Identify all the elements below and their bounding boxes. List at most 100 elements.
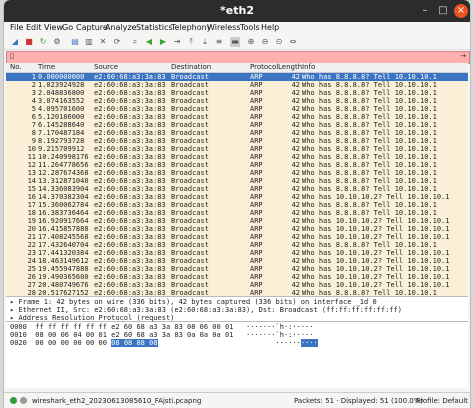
- packet-number: 11: [27, 153, 36, 161]
- packet-row[interactable]: 15 14.336083904 e2:60:68:a3:3a:83 Broadcast…: [6, 185, 468, 193]
- start-capture-icon[interactable]: ◢: [10, 37, 20, 47]
- maximize-icon[interactable]: □: [436, 4, 450, 18]
- packet-row[interactable]: 1 0.000000000 e2:60:68:a3:3a:83 Broadcast AR…: [6, 73, 468, 81]
- menu-tools[interactable]: Tools: [240, 23, 260, 32]
- packet-time: 16.383736464: [38, 209, 89, 217]
- go-forward-icon[interactable]: ▶: [158, 37, 168, 47]
- last-packet-icon[interactable]: ⤓: [200, 37, 210, 47]
- profile-label[interactable]: Profile: Default: [416, 397, 468, 405]
- packet-destination: Broadcast: [171, 169, 209, 177]
- menu-edit[interactable]: Edit: [26, 23, 42, 32]
- display-filter-input[interactable]: [19, 52, 449, 61]
- apply-filter-icon[interactable]: →: [460, 52, 466, 60]
- detail-ethernet[interactable]: ▸ Ethernet II, Src: e2:60:68:a3:3a:83 (e…: [10, 306, 402, 314]
- col-time[interactable]: Time: [38, 63, 55, 71]
- colorize-icon[interactable]: ▬: [230, 37, 240, 47]
- restart-capture-icon[interactable]: ↻: [38, 37, 48, 47]
- normal-size-icon[interactable]: ⊙: [274, 37, 284, 47]
- stop-capture-icon[interactable]: ■: [24, 37, 34, 47]
- packet-row[interactable]: 27 20.480749676 e2:60:68:a3:3a:83 Broadcast…: [6, 281, 468, 289]
- resize-columns-icon[interactable]: ⇔: [288, 37, 298, 47]
- col-protocol[interactable]: Protocol: [250, 63, 278, 71]
- packet-row[interactable]: 6 5.120186000 e2:60:68:a3:3a:83 Broadcast AR…: [6, 113, 468, 121]
- menu-file[interactable]: File: [10, 23, 23, 32]
- first-packet-icon[interactable]: ⤒: [186, 37, 196, 47]
- packet-time: 12.287674368: [38, 169, 89, 177]
- packet-protocol: ARP: [250, 137, 263, 145]
- packet-source: e2:60:68:a3:3a:83: [94, 137, 166, 145]
- hex-row[interactable]: 0010 08 00 06 04 00 01 e2 60 68 a3 3a 83…: [10, 331, 313, 339]
- packet-info: Who has 8.8.8.8? Tell 10.10.10.1: [302, 129, 437, 137]
- packet-row[interactable]: 10 9.215709912 e2:60:68:a3:3a:83 Broadcast A…: [6, 145, 468, 153]
- col-no[interactable]: No.: [10, 63, 22, 71]
- save-file-icon[interactable]: ▥: [84, 37, 94, 47]
- packet-row[interactable]: 12 11.264778656 e2:60:68:a3:3a:83 Broadcast…: [6, 161, 468, 169]
- col-info[interactable]: Info: [302, 63, 315, 71]
- expert-info-icon[interactable]: [20, 397, 27, 404]
- find-icon[interactable]: ⌕: [130, 37, 140, 47]
- zoom-in-icon[interactable]: ⊕: [246, 37, 256, 47]
- packet-destination: Broadcast: [171, 81, 209, 89]
- autoscroll-icon[interactable]: ≡: [214, 37, 224, 47]
- minimize-icon[interactable]: –: [418, 4, 432, 18]
- packet-row[interactable]: 5 4.095701600 e2:60:68:a3:3a:83 Broadcast AR…: [6, 105, 468, 113]
- packet-row[interactable]: 3 2.048836800 e2:60:68:a3:3a:83 Broadcast AR…: [6, 89, 468, 97]
- packet-row[interactable]: 17 15.360062784 e2:60:68:a3:3a:83 Broadcast…: [6, 201, 468, 209]
- col-source[interactable]: Source: [94, 63, 118, 71]
- packet-destination: Broadcast: [171, 97, 209, 105]
- capture-options-icon[interactable]: ⚙: [52, 37, 62, 47]
- zoom-out-icon[interactable]: ⊖: [260, 37, 270, 47]
- menu-statistics[interactable]: Statistics: [136, 23, 173, 32]
- menu-capture[interactable]: Capture: [76, 23, 108, 32]
- menu-help[interactable]: Help: [261, 23, 279, 32]
- capture-status-icon[interactable]: [10, 397, 17, 404]
- packet-protocol: ARP: [250, 185, 263, 193]
- packet-row[interactable]: 22 17.432640704 e2:60:68:a3:3a:83 Broadcast…: [6, 241, 468, 249]
- packet-destination: Broadcast: [171, 177, 209, 185]
- menu-wireless[interactable]: Wireless: [207, 23, 240, 32]
- packet-protocol: ARP: [250, 161, 263, 169]
- packet-protocol: ARP: [250, 233, 263, 241]
- packet-row[interactable]: 25 19.455947888 e2:60:68:a3:3a:83 Broadcast…: [6, 265, 468, 273]
- packet-row[interactable]: 16 14.370382304 e2:60:68:a3:3a:83 Broadcast…: [6, 193, 468, 201]
- go-to-packet-icon[interactable]: ⇥: [172, 37, 182, 47]
- packet-source: e2:60:68:a3:3a:83: [94, 209, 166, 217]
- packet-row[interactable]: 13 12.287674368 e2:60:68:a3:3a:83 Broadcast…: [6, 169, 468, 177]
- packet-row[interactable]: 19 16.920917664 e2:60:68:a3:3a:83 Broadcast…: [6, 217, 468, 225]
- packet-row[interactable]: 23 17.441320384 e2:60:68:a3:3a:83 Broadcast…: [6, 249, 468, 257]
- packet-row[interactable]: 9 8.192793728 e2:60:68:a3:3a:83 Broadcast AR…: [6, 137, 468, 145]
- hex-row[interactable]: 0000 ff ff ff ff ff ff e2 60 68 a3 3a 83…: [10, 323, 313, 331]
- reload-icon[interactable]: ⟳: [112, 37, 122, 47]
- packet-destination: Broadcast: [171, 265, 209, 273]
- go-back-icon[interactable]: ◀: [144, 37, 154, 47]
- close-file-icon[interactable]: ✕: [98, 37, 108, 47]
- packet-row[interactable]: 26 19.490365600 e2:60:68:a3:3a:83 Broadcast…: [6, 273, 468, 281]
- packet-source: e2:60:68:a3:3a:83: [94, 73, 166, 81]
- menu-analyze[interactable]: Analyze: [105, 23, 137, 32]
- packet-source: e2:60:68:a3:3a:83: [94, 289, 166, 297]
- menu-telephony[interactable]: Telephony: [171, 23, 211, 32]
- detail-arp[interactable]: ▸ Address Resolution Protocol (request): [10, 314, 174, 322]
- packet-row[interactable]: 11 10.240998176 e2:60:68:a3:3a:83 Broadcast…: [6, 153, 468, 161]
- col-destination[interactable]: Destination: [171, 63, 211, 71]
- packet-protocol: ARP: [250, 97, 263, 105]
- packet-row[interactable]: 14 13.312871040 e2:60:68:a3:3a:83 Broadcast…: [6, 177, 468, 185]
- packet-row[interactable]: 28 20.517627152 e2:60:68:a3:3a:83 Broadcast…: [6, 289, 468, 297]
- detail-frame[interactable]: ▸ Frame 1: 42 bytes on wire (336 bits), …: [10, 298, 377, 306]
- packet-row[interactable]: 21 17.408245568 e2:60:68:a3:3a:83 Broadcast…: [6, 233, 468, 241]
- packet-row[interactable]: 2 1.023924928 e2:60:68:a3:3a:83 Broadcast AR…: [6, 81, 468, 89]
- packet-row[interactable]: 24 18.463149612 e2:60:68:a3:3a:83 Broadcast…: [6, 257, 468, 265]
- menu-view[interactable]: View: [44, 23, 63, 32]
- menu-go[interactable]: Go: [62, 23, 73, 32]
- packet-info: Who has 10.10.10.2? Tell 10.10.10.1: [302, 273, 450, 281]
- col-length[interactable]: Length: [278, 63, 302, 71]
- packet-row[interactable]: 4 3.074163552 e2:60:68:a3:3a:83 Broadcast AR…: [6, 97, 468, 105]
- packet-row[interactable]: 7 6.145288640 e2:60:68:a3:3a:83 Broadcast AR…: [6, 121, 468, 129]
- hex-row[interactable]: 0020 00 00 00 00 00 00 08 08 08 08 ·····…: [10, 339, 318, 347]
- packet-row[interactable]: 20 16.415857888 e2:60:68:a3:3a:83 Broadcast…: [6, 225, 468, 233]
- packet-row[interactable]: 8 7.170487184 e2:60:68:a3:3a:83 Broadcast AR…: [6, 129, 468, 137]
- open-file-icon[interactable]: ▤: [70, 37, 80, 47]
- filter-bookmark-icon[interactable]: ▯: [10, 52, 14, 60]
- packet-row[interactable]: 18 16.383736464 e2:60:68:a3:3a:83 Broadcast…: [6, 209, 468, 217]
- close-icon[interactable]: ×: [454, 4, 468, 18]
